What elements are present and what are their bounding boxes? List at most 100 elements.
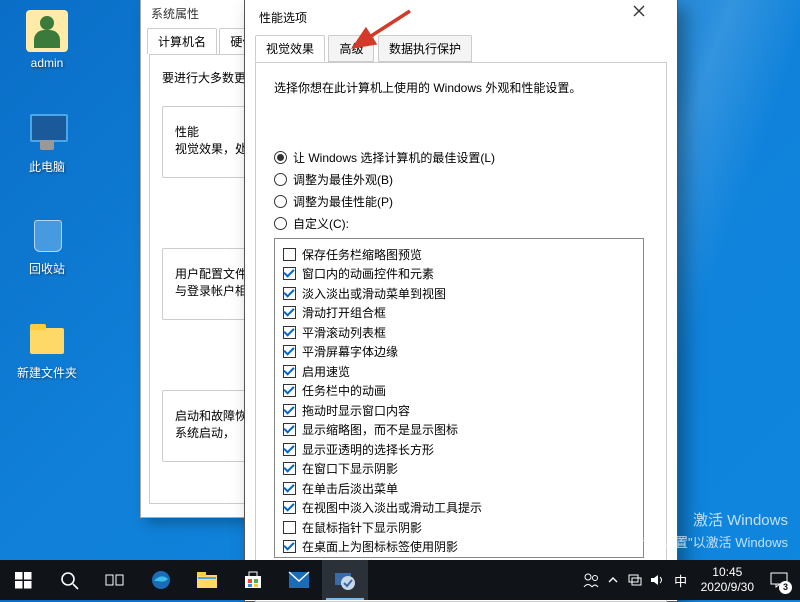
checkbox-icon [283,384,296,397]
checkbox-icon [283,326,296,339]
option-label: 在单击后淡出菜单 [302,480,398,497]
visual-effects-listbox[interactable]: 保存任务栏缩略图预览窗口内的动画控件和元素淡入淡出或滑动菜单到视图滑动打开组合框… [274,238,644,558]
checkbox-icon [283,248,296,261]
option-row[interactable]: 在视图中淡入淡出或滑动工具提示 [283,499,635,516]
radio-label: 自定义(C): [293,215,349,232]
tab-visual-effects[interactable]: 视觉效果 [255,35,325,62]
search-button[interactable] [46,560,92,600]
tray-network[interactable] [625,560,645,600]
sysprops-app-icon [333,569,357,591]
radio-label: 调整为最佳外观(B) [293,171,393,188]
folder-icon [196,571,218,589]
option-row[interactable]: 平滑滚动列表框 [283,324,635,341]
option-label: 在桌面上为图标标签使用阴影 [302,538,458,555]
radio-icon [274,217,287,230]
option-row[interactable]: 启用速览 [283,363,635,380]
checkbox-icon [283,443,296,456]
desktop-icon-recycle-bin[interactable]: 回收站 [10,214,84,277]
folder-icon [26,318,68,360]
option-row[interactable]: 平滑屏幕字体边缘 [283,343,635,360]
group-title: 用户配置文件 [175,267,247,281]
taskbar-store[interactable] [230,560,276,600]
radio-icon [274,173,287,186]
option-label: 在视图中淡入淡出或滑动工具提示 [302,499,482,516]
mail-icon [288,571,310,589]
checkbox-icon [283,345,296,358]
taskbar-file-explorer[interactable] [184,560,230,600]
option-row[interactable]: 显示缩略图，而不是显示图标 [283,421,635,438]
option-label: 窗口内的动画控件和元素 [302,265,434,282]
option-label: 拖动时显示窗口内容 [302,402,410,419]
option-row[interactable]: 窗口内的动画控件和元素 [283,265,635,282]
chevron-up-icon [607,575,619,585]
window-title: 性能选项 [259,9,307,26]
taskbar-mail[interactable] [276,560,322,600]
option-row[interactable]: 在鼠标指针下显示阴影 [283,519,635,536]
option-row[interactable]: 保存任务栏缩略图预览 [283,246,635,263]
tray-volume[interactable] [647,560,667,600]
option-row[interactable]: 显示亚透明的选择长方形 [283,441,635,458]
checkbox-icon [283,365,296,378]
tray-people[interactable] [581,560,601,600]
taskbar-edge[interactable] [138,560,184,600]
option-label: 显示亚透明的选择长方形 [302,441,434,458]
option-label: 滑动打开组合框 [302,304,386,321]
close-button[interactable] [633,5,669,29]
task-view-icon [105,572,125,588]
option-label: 在窗口下显示阴影 [302,460,398,477]
computer-icon [26,112,68,154]
option-label: 平滑滚动列表框 [302,324,386,341]
store-icon [243,570,263,590]
radio-custom[interactable]: 自定义(C): [274,215,648,232]
checkbox-icon [283,482,296,495]
checkbox-icon [283,404,296,417]
radio-let-windows-choose[interactable]: 让 Windows 选择计算机的最佳设置(L) [274,149,648,166]
tray-chevron-up[interactable] [603,560,623,600]
taskbar-clock[interactable]: 10:45 2020/9/30 [695,565,760,595]
notification-badge: 3 [779,581,792,594]
radio-label: 让 Windows 选择计算机的最佳设置(L) [293,149,495,166]
option-row[interactable]: 在窗口下显示阴影 [283,460,635,477]
checkbox-icon [283,501,296,514]
radio-icon [274,195,287,208]
desktop-icon-new-folder[interactable]: 新建文件夹 [10,318,84,381]
watermark-line1: 激活 Windows [631,510,788,533]
radio-best-appearance[interactable]: 调整为最佳外观(B) [274,171,648,188]
people-icon [582,572,600,588]
task-view-button[interactable] [92,560,138,600]
option-label: 在鼠标指针下显示阴影 [302,519,422,536]
watermark-line2: 转到"设置"以激活 Windows [631,533,788,553]
checkbox-icon [283,423,296,436]
search-icon [60,571,79,590]
radio-label: 调整为最佳性能(P) [293,193,393,210]
desktop-icon-label: admin [10,56,84,70]
desktop-icon-label: 回收站 [10,260,84,277]
tab-dep[interactable]: 数据执行保护 [378,35,472,62]
start-button[interactable] [0,560,46,600]
option-row[interactable]: 滑动打开组合框 [283,304,635,321]
option-row[interactable]: 拖动时显示窗口内容 [283,402,635,419]
tab-advanced[interactable]: 高级 [328,35,374,62]
taskbar-active-app[interactable] [322,560,368,600]
desktop-icon-this-pc[interactable]: 此电脑 [10,112,84,175]
performance-options-window[interactable]: 性能选项 视觉效果 高级 数据执行保护 选择你想在此计算机上使用的 Window… [244,0,678,602]
network-icon [627,573,643,587]
desktop-icon-user[interactable]: admin [10,10,84,70]
option-row[interactable]: 淡入淡出或滑动菜单到视图 [283,285,635,302]
checkbox-icon [283,287,296,300]
radio-best-performance[interactable]: 调整为最佳性能(P) [274,193,648,210]
option-row[interactable]: 任务栏中的动画 [283,382,635,399]
tray-ime[interactable]: 中 [669,560,693,600]
perf-tabs: 视觉效果 高级 数据执行保护 [245,35,677,62]
group-title: 性能 [175,125,199,139]
radio-icon [274,151,287,164]
option-label: 启用速览 [302,363,350,380]
option-label: 平滑屏幕字体边缘 [302,343,398,360]
option-row[interactable]: 在桌面上为图标标签使用阴影 [283,538,635,555]
tab-computer-name[interactable]: 计算机名 [147,28,217,54]
windows-logo-icon [15,572,32,589]
speaker-icon [649,573,665,587]
option-row[interactable]: 在单击后淡出菜单 [283,480,635,497]
recycle-bin-icon [26,214,68,256]
action-center-button[interactable]: 3 [762,560,796,600]
